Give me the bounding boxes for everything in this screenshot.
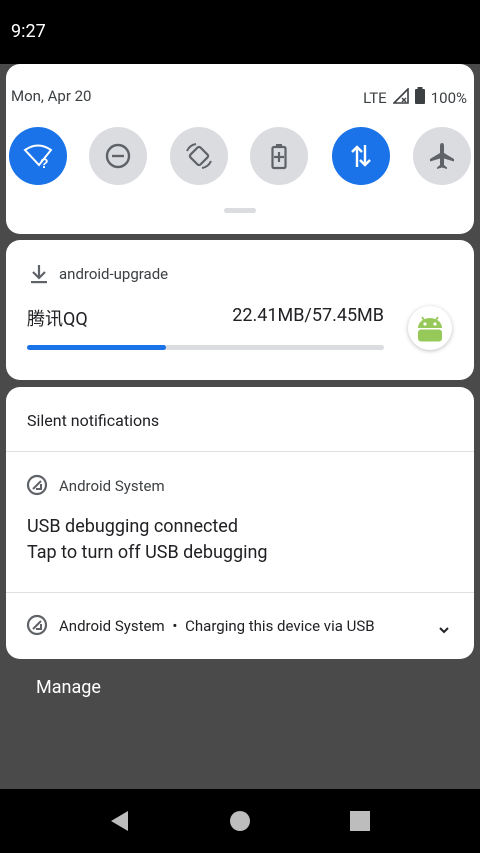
usb-title: USB debugging connected <box>27 516 238 537</box>
battery-saver-icon <box>271 144 287 170</box>
recents-button[interactable] <box>348 809 372 833</box>
airplane-icon <box>430 143 454 169</box>
auto-rotate-icon <box>186 143 212 169</box>
separator-dot: • <box>172 617 178 635</box>
charging-notification[interactable]: Android System • Charging this device vi… <box>6 593 474 659</box>
network-type: LTE <box>363 88 387 107</box>
status-clock: 9:27 <box>11 21 46 42</box>
notification-app-name: Android System <box>59 617 165 635</box>
android-robot-icon <box>418 316 442 342</box>
notification-app-name: android-upgrade <box>59 265 169 283</box>
silent-notifications-group: Silent notifications Android System USB … <box>6 387 474 659</box>
battery-percent: 100% <box>430 88 467 107</box>
svg-text:?: ? <box>40 155 49 171</box>
quick-settings-panel: Mon, Apr 20 LTE 100% ? <box>6 64 474 234</box>
wifi-tile[interactable]: ? <box>9 127 67 185</box>
wifi-question-icon: ? <box>23 144 53 171</box>
navigation-bar <box>0 789 480 853</box>
data-arrows-icon <box>351 145 371 167</box>
usb-debugging-notification[interactable]: Android System USB debugging connected T… <box>6 452 474 592</box>
qs-expand-handle[interactable] <box>224 208 256 213</box>
status-bar: 9:27 <box>0 0 480 64</box>
manage-button[interactable]: Manage <box>36 677 101 698</box>
airplane-tile[interactable] <box>413 127 471 185</box>
android-system-icon <box>26 614 48 640</box>
download-notification[interactable]: android-upgrade 腾讯QQ 22.41MB/57.45MB <box>6 240 474 380</box>
app-large-icon <box>408 306 452 350</box>
download-title: 腾讯QQ <box>27 309 88 330</box>
auto-rotate-tile[interactable] <box>170 127 228 185</box>
mobile-data-tile[interactable] <box>332 127 390 185</box>
signal-icon <box>391 86 409 108</box>
home-icon <box>230 811 250 831</box>
silent-section-header: Silent notifications <box>27 411 160 430</box>
recents-icon <box>350 811 370 831</box>
charging-text: Charging this device via USB <box>185 617 375 635</box>
charging-summary: Android System • Charging this device vi… <box>59 617 375 635</box>
dnd-tile[interactable] <box>89 127 147 185</box>
download-progress-track <box>27 345 384 350</box>
do-not-disturb-icon <box>105 143 131 169</box>
download-size: 22.41MB/57.45MB <box>232 305 384 326</box>
android-system-icon <box>26 474 48 500</box>
battery-saver-tile[interactable] <box>250 127 308 185</box>
qs-status-icons: LTE 100% <box>363 86 467 108</box>
download-icon <box>28 263 50 289</box>
back-button[interactable] <box>108 809 132 833</box>
home-button[interactable] <box>228 809 252 833</box>
notification-app-name: Android System <box>59 477 165 495</box>
back-icon <box>111 811 128 831</box>
qs-date: Mon, Apr 20 <box>11 87 92 105</box>
usb-text: Tap to turn off USB debugging <box>27 542 268 563</box>
chevron-down-icon[interactable] <box>438 620 450 639</box>
download-progress-fill <box>27 345 167 350</box>
battery-icon <box>414 87 425 108</box>
